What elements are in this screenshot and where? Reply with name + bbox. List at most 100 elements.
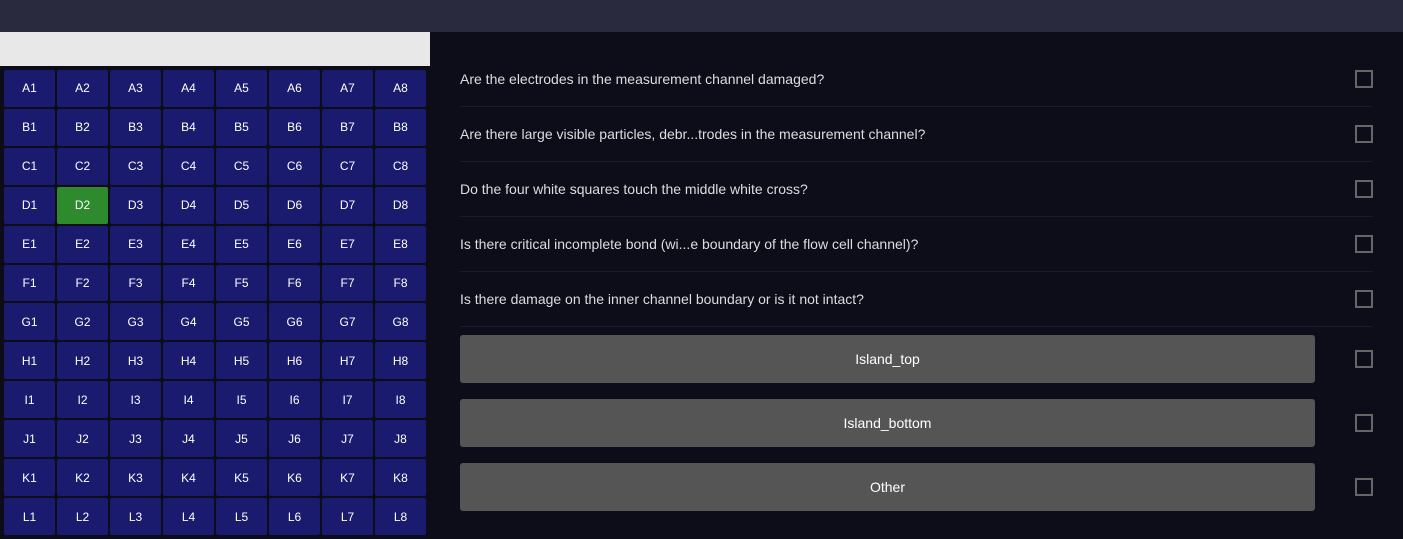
grid-cell-d6[interactable]: D6 bbox=[269, 187, 320, 224]
grid-cell-h1[interactable]: H1 bbox=[4, 342, 55, 379]
grid-cell-b4[interactable]: B4 bbox=[163, 109, 214, 146]
grid-cell-b7[interactable]: B7 bbox=[322, 109, 373, 146]
grid-cell-g2[interactable]: G2 bbox=[57, 303, 108, 340]
grid-cell-i2[interactable]: I2 bbox=[57, 381, 108, 418]
grid-cell-g5[interactable]: G5 bbox=[216, 303, 267, 340]
grid-cell-c8[interactable]: C8 bbox=[375, 148, 426, 185]
grid-cell-g4[interactable]: G4 bbox=[163, 303, 214, 340]
grid-cell-a3[interactable]: A3 bbox=[110, 70, 161, 107]
grid-cell-j3[interactable]: J3 bbox=[110, 420, 161, 457]
grid-cell-l5[interactable]: L5 bbox=[216, 498, 267, 535]
grid-cell-g7[interactable]: G7 bbox=[322, 303, 373, 340]
grid-cell-b6[interactable]: B6 bbox=[269, 109, 320, 146]
grid-cell-k6[interactable]: K6 bbox=[269, 459, 320, 496]
grid-cell-a5[interactable]: A5 bbox=[216, 70, 267, 107]
maximize-button[interactable] bbox=[1355, 8, 1371, 24]
grid-cell-j8[interactable]: J8 bbox=[375, 420, 426, 457]
grid-cell-c5[interactable]: C5 bbox=[216, 148, 267, 185]
grid-cell-b5[interactable]: B5 bbox=[216, 109, 267, 146]
grid-cell-i8[interactable]: I8 bbox=[375, 381, 426, 418]
grid-cell-l6[interactable]: L6 bbox=[269, 498, 320, 535]
grid-cell-i3[interactable]: I3 bbox=[110, 381, 161, 418]
grid-cell-f5[interactable]: F5 bbox=[216, 265, 267, 302]
grid-cell-g8[interactable]: G8 bbox=[375, 303, 426, 340]
grid-cell-k8[interactable]: K8 bbox=[375, 459, 426, 496]
grid-cell-f8[interactable]: F8 bbox=[375, 265, 426, 302]
grid-cell-d2[interactable]: D2 bbox=[57, 187, 108, 224]
grid-cell-k1[interactable]: K1 bbox=[4, 459, 55, 496]
grid-cell-e4[interactable]: E4 bbox=[163, 226, 214, 263]
grid-cell-k7[interactable]: K7 bbox=[322, 459, 373, 496]
grid-cell-h2[interactable]: H2 bbox=[57, 342, 108, 379]
grid-cell-e8[interactable]: E8 bbox=[375, 226, 426, 263]
minimize-button[interactable] bbox=[1331, 8, 1347, 24]
grid-cell-a7[interactable]: A7 bbox=[322, 70, 373, 107]
checkbox-btn-other[interactable] bbox=[1355, 478, 1373, 496]
grid-cell-j7[interactable]: J7 bbox=[322, 420, 373, 457]
grid-cell-j5[interactable]: J5 bbox=[216, 420, 267, 457]
grid-cell-i5[interactable]: I5 bbox=[216, 381, 267, 418]
grid-cell-e2[interactable]: E2 bbox=[57, 226, 108, 263]
grid-cell-f3[interactable]: F3 bbox=[110, 265, 161, 302]
grid-cell-c2[interactable]: C2 bbox=[57, 148, 108, 185]
grid-cell-d3[interactable]: D3 bbox=[110, 187, 161, 224]
grid-cell-d1[interactable]: D1 bbox=[4, 187, 55, 224]
grid-cell-c1[interactable]: C1 bbox=[4, 148, 55, 185]
grid-cell-c4[interactable]: C4 bbox=[163, 148, 214, 185]
grid-cell-c6[interactable]: C6 bbox=[269, 148, 320, 185]
grid-cell-e6[interactable]: E6 bbox=[269, 226, 320, 263]
grid-cell-h8[interactable]: H8 bbox=[375, 342, 426, 379]
grid-cell-d8[interactable]: D8 bbox=[375, 187, 426, 224]
grid-cell-h5[interactable]: H5 bbox=[216, 342, 267, 379]
checkbox-btn-island-top[interactable] bbox=[1355, 350, 1373, 368]
grid-cell-a6[interactable]: A6 bbox=[269, 70, 320, 107]
grid-cell-j4[interactable]: J4 bbox=[163, 420, 214, 457]
grid-cell-g3[interactable]: G3 bbox=[110, 303, 161, 340]
grid-cell-i6[interactable]: I6 bbox=[269, 381, 320, 418]
grid-cell-d4[interactable]: D4 bbox=[163, 187, 214, 224]
grid-cell-a2[interactable]: A2 bbox=[57, 70, 108, 107]
grid-cell-l4[interactable]: L4 bbox=[163, 498, 214, 535]
grid-cell-e7[interactable]: E7 bbox=[322, 226, 373, 263]
grid-cell-h3[interactable]: H3 bbox=[110, 342, 161, 379]
close-button[interactable] bbox=[1379, 8, 1395, 24]
grid-cell-k2[interactable]: K2 bbox=[57, 459, 108, 496]
grid-cell-j6[interactable]: J6 bbox=[269, 420, 320, 457]
grid-cell-f7[interactable]: F7 bbox=[322, 265, 373, 302]
checkbox-4[interactable] bbox=[1355, 235, 1373, 253]
grid-cell-e5[interactable]: E5 bbox=[216, 226, 267, 263]
btn-island-bottom-button[interactable]: Island_bottom bbox=[460, 399, 1315, 447]
grid-cell-a1[interactable]: A1 bbox=[4, 70, 55, 107]
grid-cell-c7[interactable]: C7 bbox=[322, 148, 373, 185]
grid-cell-l2[interactable]: L2 bbox=[57, 498, 108, 535]
grid-cell-d5[interactable]: D5 bbox=[216, 187, 267, 224]
checkbox-3[interactable] bbox=[1355, 180, 1373, 198]
grid-cell-a8[interactable]: A8 bbox=[375, 70, 426, 107]
grid-cell-b8[interactable]: B8 bbox=[375, 109, 426, 146]
grid-cell-k3[interactable]: K3 bbox=[110, 459, 161, 496]
grid-cell-f6[interactable]: F6 bbox=[269, 265, 320, 302]
grid-cell-l8[interactable]: L8 bbox=[375, 498, 426, 535]
grid-cell-f1[interactable]: F1 bbox=[4, 265, 55, 302]
grid-cell-h6[interactable]: H6 bbox=[269, 342, 320, 379]
grid-cell-j1[interactable]: J1 bbox=[4, 420, 55, 457]
checkbox-5[interactable] bbox=[1355, 290, 1373, 308]
grid-cell-e3[interactable]: E3 bbox=[110, 226, 161, 263]
grid-cell-b3[interactable]: B3 bbox=[110, 109, 161, 146]
grid-cell-k5[interactable]: K5 bbox=[216, 459, 267, 496]
checkbox-2[interactable] bbox=[1355, 125, 1373, 143]
grid-cell-d7[interactable]: D7 bbox=[322, 187, 373, 224]
checkbox-1[interactable] bbox=[1355, 70, 1373, 88]
grid-cell-a4[interactable]: A4 bbox=[163, 70, 214, 107]
grid-cell-i1[interactable]: I1 bbox=[4, 381, 55, 418]
btn-island-top-button[interactable]: Island_top bbox=[460, 335, 1315, 383]
grid-cell-b2[interactable]: B2 bbox=[57, 109, 108, 146]
grid-cell-l7[interactable]: L7 bbox=[322, 498, 373, 535]
grid-cell-h7[interactable]: H7 bbox=[322, 342, 373, 379]
btn-other-button[interactable]: Other bbox=[460, 463, 1315, 511]
grid-cell-h4[interactable]: H4 bbox=[163, 342, 214, 379]
grid-cell-i4[interactable]: I4 bbox=[163, 381, 214, 418]
grid-cell-f4[interactable]: F4 bbox=[163, 265, 214, 302]
grid-cell-e1[interactable]: E1 bbox=[4, 226, 55, 263]
grid-cell-g1[interactable]: G1 bbox=[4, 303, 55, 340]
